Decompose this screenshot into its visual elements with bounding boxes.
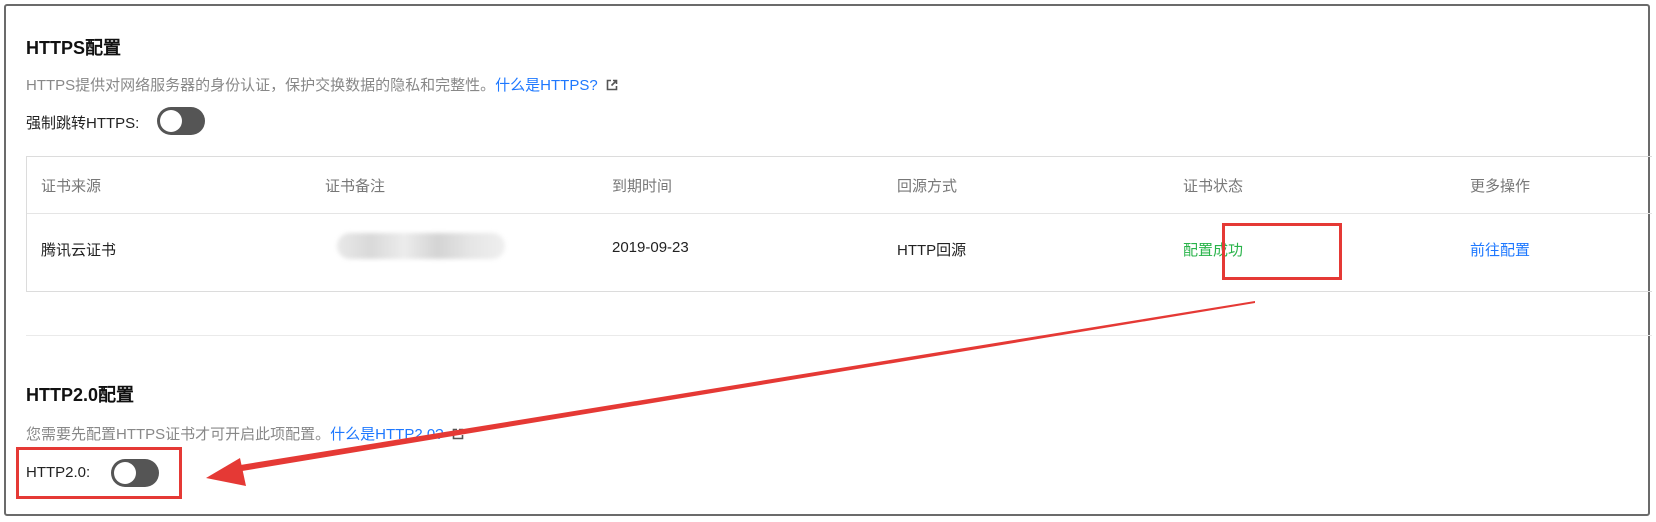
arrow-shaft bbox=[228, 301, 1255, 473]
annotation-arrow bbox=[206, 301, 1255, 486]
arrow-head bbox=[206, 458, 246, 486]
